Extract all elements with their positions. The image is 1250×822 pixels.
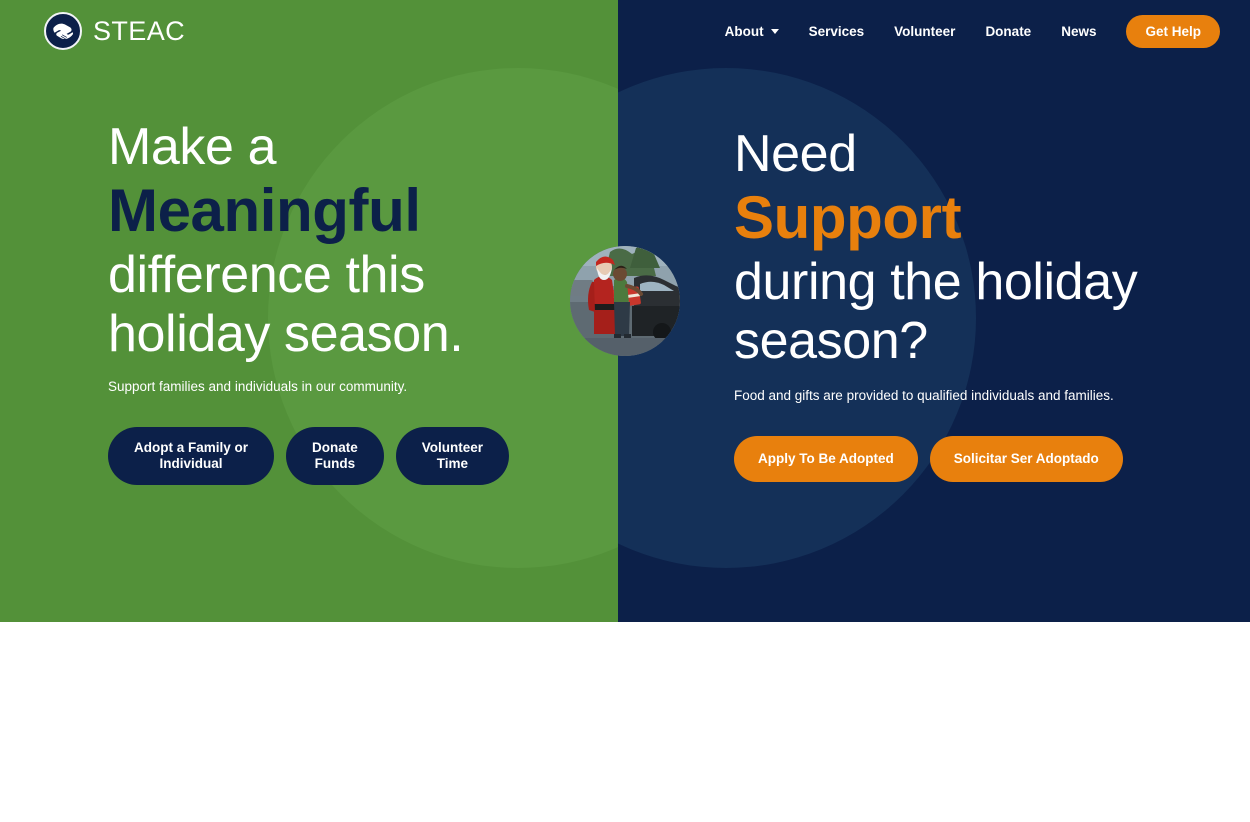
- nav-item-donate[interactable]: Donate: [985, 24, 1031, 39]
- handshake-circle-logo-icon: [44, 12, 82, 50]
- adopt-a-family-button[interactable]: Adopt a Family or Individual: [108, 427, 275, 486]
- hero-right-content: Need Support during the holiday season? …: [734, 125, 1214, 483]
- headline-accent: Support: [734, 184, 962, 252]
- mission-section: OUR MISSION To provide immediate assista…: [0, 622, 1250, 822]
- headline-line-4: holiday season.: [108, 304, 464, 363]
- apply-to-be-adopted-button[interactable]: Apply To Be Adopted: [734, 436, 918, 483]
- hero-right-subtext: Food and gifts are provided to qualified…: [734, 388, 1114, 404]
- brand-logo-link[interactable]: STEAC: [44, 12, 185, 50]
- headline-accent: Meaningful: [108, 177, 421, 245]
- hero-left-content: Make a Meaningful difference this holida…: [108, 118, 588, 486]
- headline-line-1: Need: [734, 125, 857, 183]
- hero-left-headline: Make a Meaningful difference this holida…: [108, 118, 588, 364]
- chevron-down-icon: [770, 28, 779, 34]
- hero-right-button-row: Apply To Be Adopted Solicitar Ser Adopta…: [734, 436, 1214, 483]
- nav-item-news[interactable]: News: [1061, 24, 1096, 39]
- hero-right-headline: Need Support during the holiday season?: [734, 125, 1214, 371]
- brand-name: STEAC: [93, 15, 186, 46]
- site-header: STEAC About Services Volunteer Donate Ne…: [0, 0, 1250, 62]
- headline-line-1: Make a: [108, 118, 277, 176]
- nav-item-services[interactable]: Services: [809, 24, 865, 39]
- headline-line-4: season?: [734, 311, 928, 370]
- nav-item-label: About: [724, 23, 764, 39]
- donate-funds-button[interactable]: Donate Funds: [286, 427, 384, 486]
- hero-left-subtext: Support families and individuals in our …: [108, 379, 408, 395]
- get-help-button[interactable]: Get Help: [1126, 14, 1220, 48]
- volunteer-time-button[interactable]: Volunteer Time: [395, 427, 510, 486]
- nav-item-about[interactable]: About: [725, 24, 779, 39]
- solicitar-ser-adoptado-button[interactable]: Solicitar Ser Adoptado: [929, 436, 1123, 483]
- santa-gift-photo: [570, 246, 680, 356]
- hero-left-button-row: Adopt a Family or Individual Donate Fund…: [108, 427, 588, 486]
- headline-line-3: difference this: [108, 245, 425, 304]
- nav-item-volunteer[interactable]: Volunteer: [894, 24, 955, 39]
- hero-section: STEAC About Services Volunteer Donate Ne…: [0, 0, 1250, 622]
- main-navigation: About Services Volunteer Donate News Get…: [725, 14, 1220, 48]
- headline-line-3: during the holiday: [734, 252, 1138, 311]
